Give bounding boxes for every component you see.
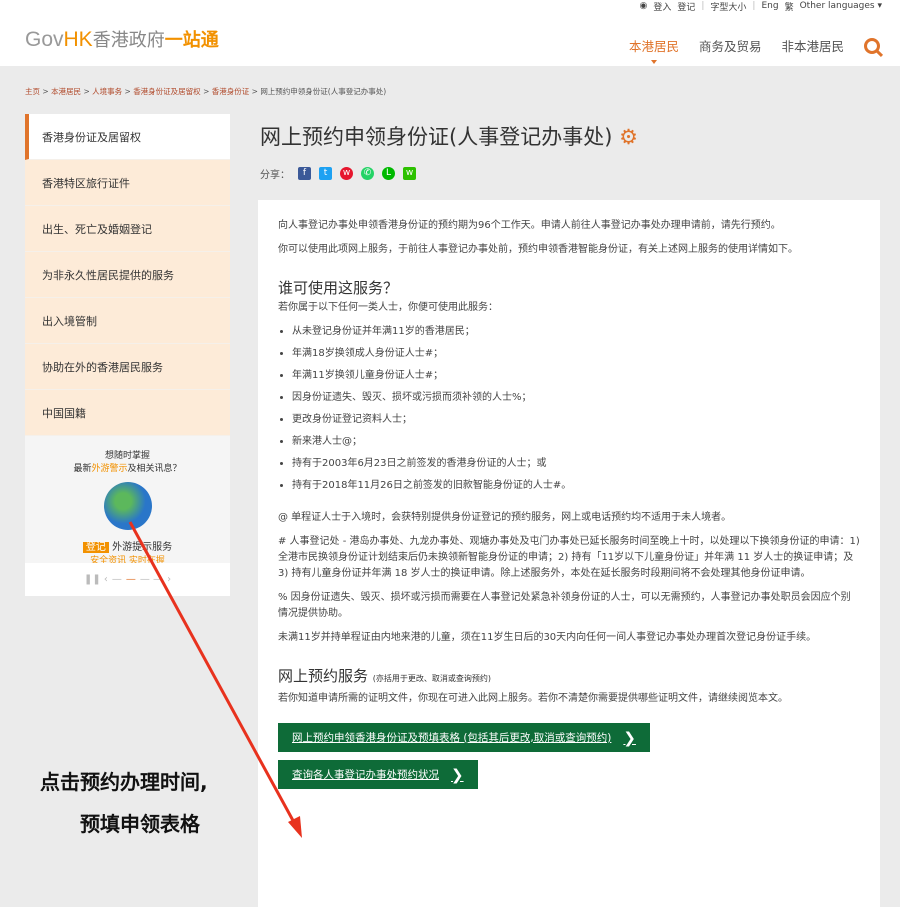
red-arrow-annotation [0,0,900,907]
